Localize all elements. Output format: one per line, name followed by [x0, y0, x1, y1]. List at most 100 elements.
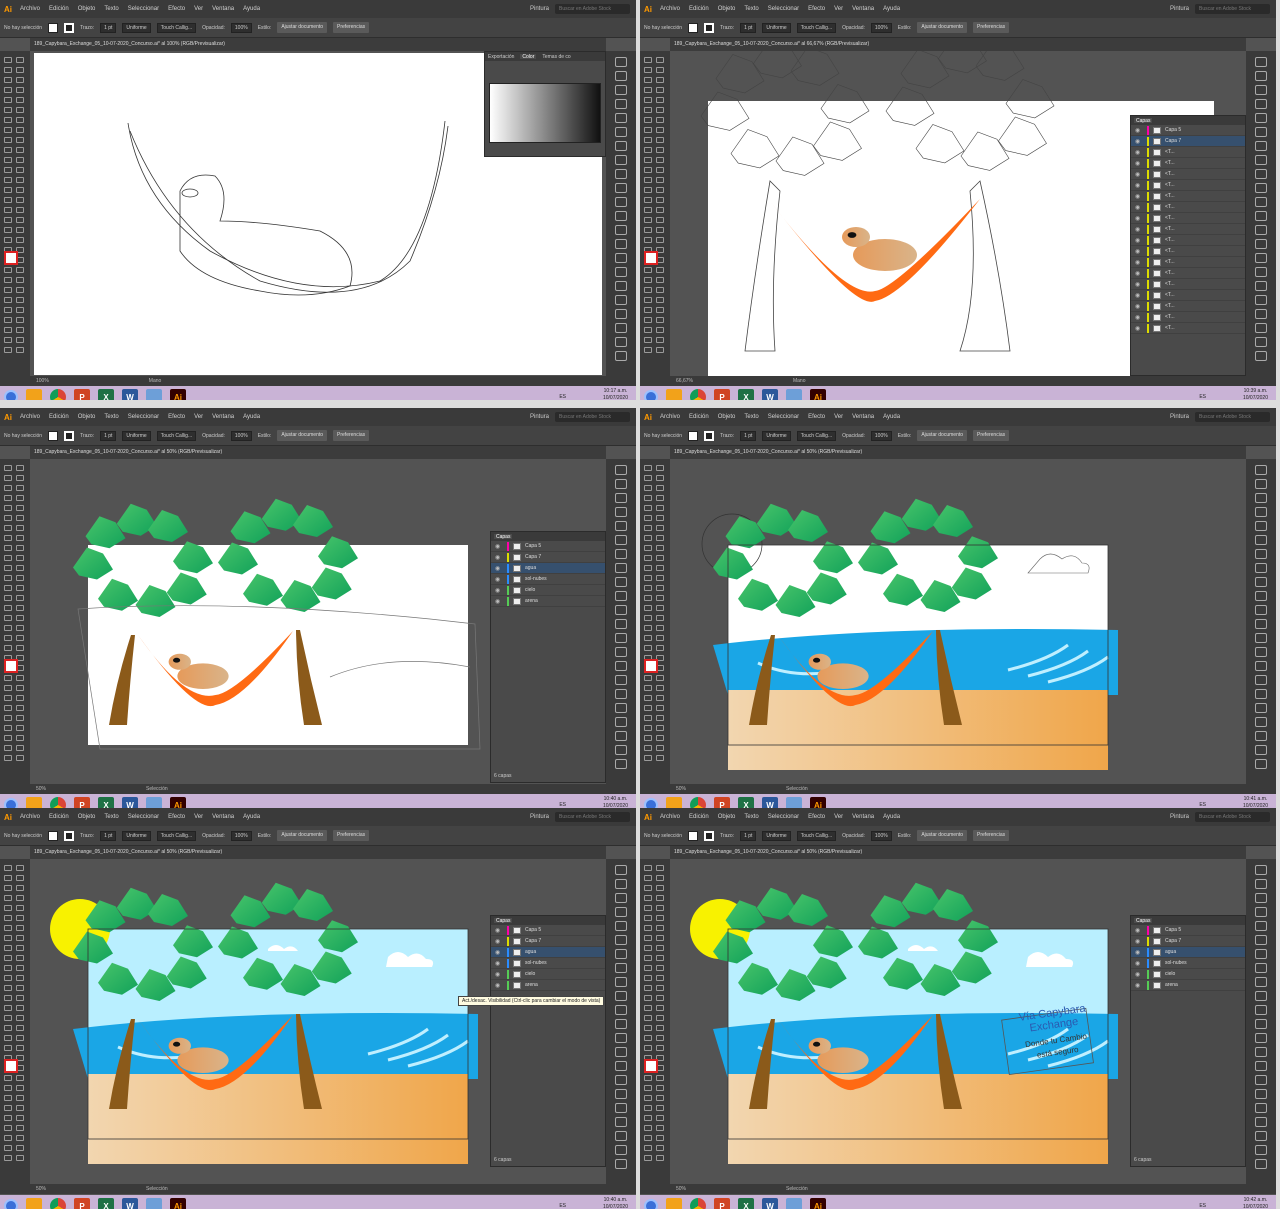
tool-icon[interactable] — [16, 475, 24, 481]
dock-icon[interactable] — [1255, 127, 1267, 137]
dock-icon[interactable] — [1255, 507, 1267, 517]
dock-icon[interactable] — [615, 577, 627, 587]
tool-icon[interactable] — [4, 57, 12, 63]
tool-icon[interactable] — [16, 565, 24, 571]
tool-icon[interactable] — [4, 307, 12, 313]
dock-icon[interactable] — [1255, 1131, 1267, 1141]
layer-name[interactable]: <T... — [1165, 204, 1175, 210]
stock-search-input[interactable]: Buscar en Adobe Stock — [555, 412, 630, 422]
tool-icon[interactable] — [644, 885, 652, 891]
tool-icon[interactable] — [644, 565, 652, 571]
tool-icon[interactable] — [644, 117, 652, 123]
tool-icon[interactable] — [644, 875, 652, 881]
layer-row[interactable]: ◉ <T... — [1131, 158, 1245, 169]
dock-icon[interactable] — [1255, 605, 1267, 615]
taskbar-powerpoint-icon[interactable]: P — [714, 389, 730, 400]
menu-item-3[interactable]: Texto — [104, 414, 118, 420]
tool-icon[interactable] — [16, 865, 24, 871]
menu-item-3[interactable]: Texto — [744, 6, 758, 12]
tool-icon[interactable] — [16, 1005, 24, 1011]
tool-icon[interactable] — [16, 945, 24, 951]
tool-icon[interactable] — [4, 755, 12, 761]
dock-icon[interactable] — [615, 57, 627, 67]
dock-icon[interactable] — [1255, 323, 1267, 333]
tool-icon[interactable] — [16, 625, 24, 631]
tool-icon[interactable] — [656, 327, 664, 333]
layer-row[interactable]: ◉ <T... — [1131, 290, 1245, 301]
layer-name[interactable]: <T... — [1165, 281, 1175, 287]
layer-row[interactable]: ◉ Capa 7 — [491, 552, 605, 563]
tool-icon[interactable] — [656, 505, 664, 511]
tool-icon[interactable] — [4, 535, 12, 541]
tool-icon[interactable] — [656, 1005, 664, 1011]
zoom-level[interactable]: 50% — [676, 786, 686, 792]
dock-icon[interactable] — [1255, 731, 1267, 741]
stroke-swatch[interactable] — [704, 22, 715, 33]
tool-icon[interactable] — [4, 575, 12, 581]
tool-icon[interactable] — [16, 585, 24, 591]
dock-icon[interactable] — [1255, 949, 1267, 959]
tool-icon[interactable] — [644, 1125, 652, 1131]
dock-icon[interactable] — [615, 267, 627, 277]
tool-icon[interactable] — [656, 545, 664, 551]
layer-row[interactable]: ◉ <T... — [1131, 268, 1245, 279]
tool-icon[interactable] — [16, 107, 24, 113]
stroke-weight-field[interactable]: 1 pt — [740, 22, 757, 33]
dock-icon[interactable] — [615, 549, 627, 559]
dock-icon[interactable] — [615, 879, 627, 889]
dock-icon[interactable] — [1255, 211, 1267, 221]
tool-icon[interactable] — [656, 605, 664, 611]
tool-icon[interactable] — [656, 1155, 664, 1161]
tool-icon[interactable] — [4, 1125, 12, 1131]
stroke-profile-dropdown[interactable]: Uniforme — [122, 22, 151, 33]
dock-icon[interactable] — [615, 591, 627, 601]
taskbar-powerpoint-icon[interactable]: P — [74, 389, 90, 400]
tool-icon[interactable] — [4, 515, 12, 521]
menu-item-8[interactable]: Ayuda — [883, 6, 900, 12]
tool-icon[interactable] — [656, 1045, 664, 1051]
dock-icon[interactable] — [1255, 991, 1267, 1001]
tool-icon[interactable] — [644, 485, 652, 491]
fill-swatch[interactable] — [48, 22, 59, 33]
visibility-eye-icon[interactable]: ◉ — [495, 587, 503, 594]
menu-item-8[interactable]: Ayuda — [243, 6, 260, 12]
dock-icon[interactable] — [1255, 577, 1267, 587]
layer-row[interactable]: ◉ <T... — [1131, 312, 1245, 323]
dock-icon[interactable] — [1255, 1019, 1267, 1029]
tool-icon[interactable] — [656, 107, 664, 113]
zoom-level[interactable]: 50% — [36, 786, 46, 792]
system-clock[interactable]: 10:40 a.m. 10/07/2020 — [603, 796, 628, 808]
tool-icon[interactable] — [644, 207, 652, 213]
tool-icon[interactable] — [656, 935, 664, 941]
tool-icon[interactable] — [644, 137, 652, 143]
tool-icon[interactable] — [4, 67, 12, 73]
system-clock[interactable]: 10:17 a.m. 10/07/2020 — [603, 388, 628, 400]
dock-icon[interactable] — [615, 921, 627, 931]
taskbar-chrome-icon[interactable] — [50, 389, 66, 400]
dock-icon[interactable] — [1255, 521, 1267, 531]
workspace-switcher[interactable]: Pintura — [530, 414, 549, 420]
tool-icon[interactable] — [644, 475, 652, 481]
layer-row[interactable]: ◉ <T... — [1131, 279, 1245, 290]
dock-icon[interactable] — [1255, 465, 1267, 475]
tool-icon[interactable] — [16, 1095, 24, 1101]
tool-icon[interactable] — [4, 187, 12, 193]
tool-icon[interactable] — [656, 965, 664, 971]
preferences-button[interactable]: Preferencias — [973, 22, 1010, 33]
tool-icon[interactable] — [656, 475, 664, 481]
color-panel-tab-0[interactable]: Exportación — [488, 54, 514, 60]
tool-icon[interactable] — [656, 137, 664, 143]
document-canvas[interactable]: Capas ◉ Capa 5 ◉ Capa 7 ◉ <T... ◉ <T... ◉ <T... ◉ <T… — [670, 51, 1246, 376]
dock-icon[interactable] — [615, 1019, 627, 1029]
stroke-swatch[interactable] — [704, 830, 715, 841]
tool-icon[interactable] — [656, 1015, 664, 1021]
tool-icon[interactable] — [4, 725, 12, 731]
tool-icon[interactable] — [656, 287, 664, 293]
visibility-eye-icon[interactable]: ◉ — [495, 565, 503, 572]
dock-icon[interactable] — [1255, 1117, 1267, 1127]
taskbar-chrome-icon[interactable] — [690, 1198, 706, 1209]
tool-icon[interactable] — [4, 895, 12, 901]
tool-icon[interactable] — [656, 515, 664, 521]
tool-icon[interactable] — [644, 337, 652, 343]
tool-icon[interactable] — [16, 555, 24, 561]
